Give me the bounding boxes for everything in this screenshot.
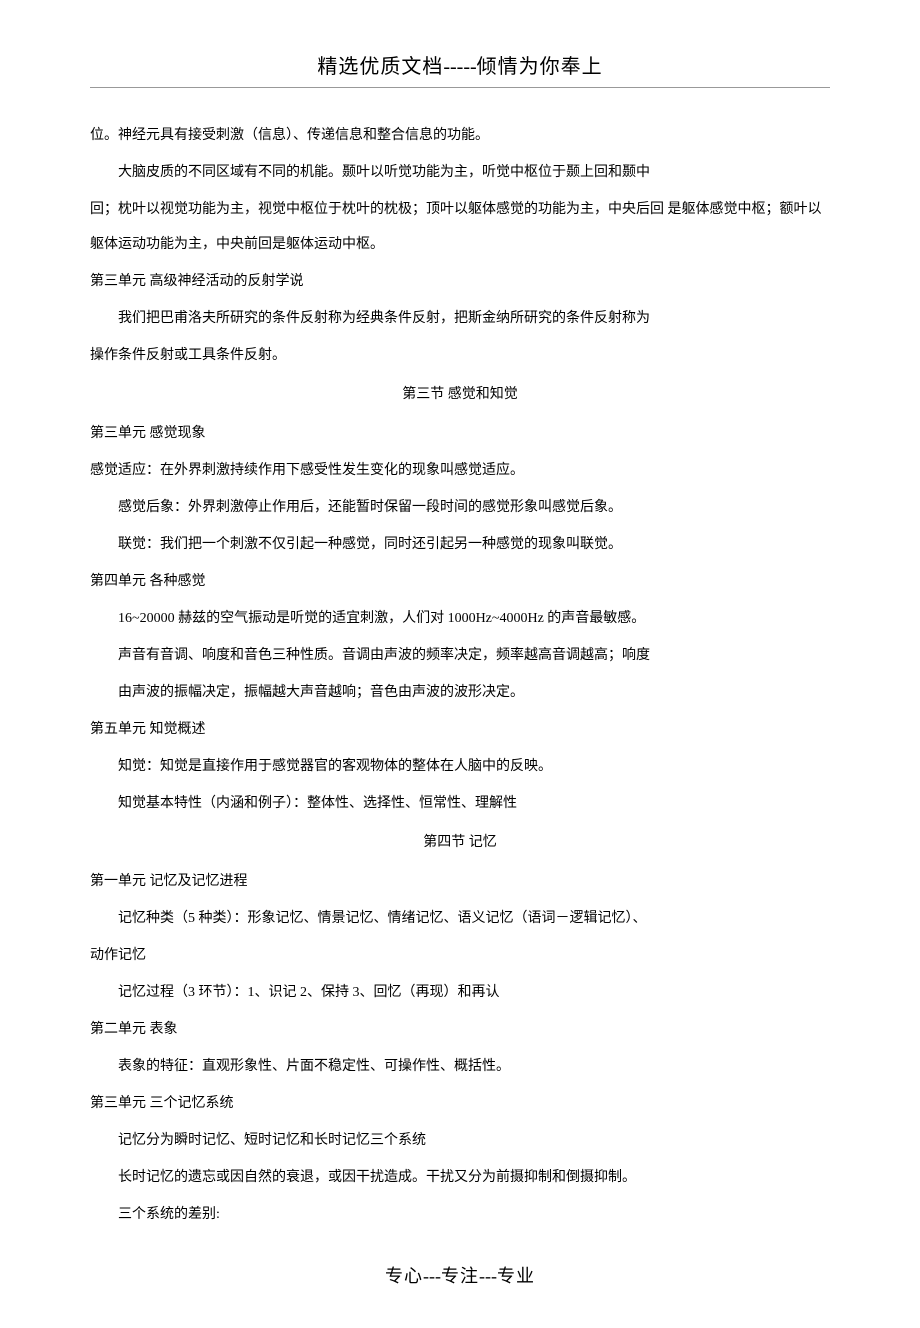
paragraph: 由声波的振幅决定，振幅越大声音越响；音色由声波的波形决定。	[90, 675, 830, 710]
paragraph: 联觉：我们把一个刺激不仅引起一种感觉，同时还引起另一种感觉的现象叫联觉。	[90, 527, 830, 562]
page-header: 精选优质文档-----倾情为你奉上	[90, 50, 830, 79]
page-footer: 专心---专注---专业	[90, 1262, 830, 1288]
header-dash: -----	[443, 56, 476, 78]
paragraph: 记忆过程（3 环节）：1、识记 2、保持 3、回忆（再现）和再认	[90, 975, 830, 1010]
paragraph: 记忆种类（5 种类）：形象记忆、情景记忆、情绪记忆、语义记忆（语词－逻辑记忆）、	[90, 901, 830, 936]
paragraph: 记忆分为瞬时记忆、短时记忆和长时记忆三个系统	[90, 1123, 830, 1158]
header-divider	[90, 87, 830, 88]
unit-heading: 第五单元 知觉概述	[90, 712, 830, 747]
paragraph: 操作条件反射或工具条件反射。	[90, 338, 830, 373]
footer-part1: 专心	[385, 1266, 423, 1286]
unit-heading: 第四单元 各种感觉	[90, 564, 830, 599]
paragraph: 知觉：知觉是直接作用于感觉器官的客观物体的整体在人脑中的反映。	[90, 749, 830, 784]
section-title: 第三节 感觉和知觉	[90, 377, 830, 412]
unit-heading: 第一单元 记忆及记忆进程	[90, 864, 830, 899]
paragraph: 感觉后象：外界刺激停止作用后，还能暂时保留一段时间的感觉形象叫感觉后象。	[90, 490, 830, 525]
paragraph: 声音有音调、响度和音色三种性质。音调由声波的频率决定，频率越高音调越高；响度	[90, 638, 830, 673]
document-body: 位。神经元具有接受刺激（信息）、传递信息和整合信息的功能。 大脑皮质的不同区域有…	[90, 118, 830, 1232]
paragraph: 我们把巴甫洛夫所研究的条件反射称为经典条件反射，把斯金纳所研究的条件反射称为	[90, 301, 830, 336]
header-suffix: 倾情为你奉上	[477, 56, 603, 78]
paragraph: 知觉基本特性（内涵和例子）：整体性、选择性、恒常性、理解性	[90, 786, 830, 821]
unit-heading: 第三单元 高级神经活动的反射学说	[90, 264, 830, 299]
paragraph: 长时记忆的遗忘或因自然的衰退，或因干扰造成。干扰又分为前摄抑制和倒摄抑制。	[90, 1160, 830, 1195]
footer-dash: ---	[479, 1266, 497, 1286]
unit-heading: 第三单元 三个记忆系统	[90, 1086, 830, 1121]
footer-part2: 专注	[441, 1266, 479, 1286]
paragraph: 16~20000 赫兹的空气振动是听觉的适宜刺激，人们对 1000Hz~4000…	[90, 601, 830, 636]
paragraph: 大脑皮质的不同区域有不同的机能。颞叶以听觉功能为主，听觉中枢位于颞上回和颞中	[90, 155, 830, 190]
header-prefix: 精选优质文档	[317, 56, 443, 78]
paragraph: 位。神经元具有接受刺激（信息）、传递信息和整合信息的功能。	[90, 118, 830, 153]
footer-part3: 专业	[497, 1266, 535, 1286]
unit-heading: 第三单元 感觉现象	[90, 416, 830, 451]
paragraph: 动作记忆	[90, 938, 830, 973]
paragraph: 回；枕叶以视觉功能为主，视觉中枢位于枕叶的枕极；顶叶以躯体感觉的功能为主，中央后…	[90, 192, 830, 262]
paragraph: 三个系统的差别:	[90, 1197, 830, 1232]
paragraph: 感觉适应：在外界刺激持续作用下感受性发生变化的现象叫感觉适应。	[90, 453, 830, 488]
section-title: 第四节 记忆	[90, 825, 830, 860]
footer-dash: ---	[423, 1266, 441, 1286]
paragraph: 表象的特征：直观形象性、片面不稳定性、可操作性、概括性。	[90, 1049, 830, 1084]
unit-heading: 第二单元 表象	[90, 1012, 830, 1047]
